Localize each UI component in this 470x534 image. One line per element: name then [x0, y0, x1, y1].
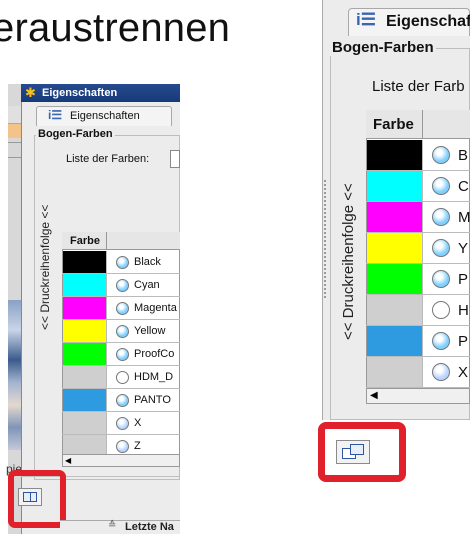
color-name: Magenta	[134, 302, 177, 314]
color-name: ProofCo	[134, 348, 175, 360]
color-swatch	[63, 274, 106, 296]
color-list-label-detached: Liste der Farb	[372, 78, 465, 95]
color-status-icon[interactable]	[432, 270, 450, 288]
color-name: M	[458, 209, 470, 226]
color-status-icon[interactable]	[116, 348, 129, 361]
header-separator	[106, 232, 107, 250]
color-name: H	[458, 302, 469, 319]
color-name: PANTO	[134, 394, 171, 406]
color-name: P	[458, 271, 469, 288]
color-swatch	[63, 366, 106, 388]
color-status-icon[interactable]	[432, 239, 450, 257]
color-swatch	[63, 343, 106, 365]
color-status-icon[interactable]	[432, 208, 450, 226]
color-status-icon[interactable]	[116, 371, 129, 384]
color-list-dropdown[interactable]	[170, 150, 180, 168]
scroll-left-icon[interactable]: ◀	[65, 456, 75, 465]
color-name: P	[458, 333, 469, 350]
properties-icon: ✱	[25, 85, 36, 100]
color-status-icon[interactable]	[116, 325, 129, 338]
highlight-box-left	[8, 470, 66, 528]
cell-separator	[106, 251, 107, 274]
color-swatch	[63, 412, 106, 434]
window-title: Eigenschaften	[42, 87, 118, 99]
cell-separator	[422, 202, 423, 232]
color-swatch	[367, 326, 422, 356]
color-list-label: Liste der Farben:	[66, 153, 150, 165]
scroll-left-icon[interactable]: ◀	[370, 390, 382, 402]
column-header-farbe: Farbe	[70, 235, 100, 247]
cell-separator	[106, 412, 107, 435]
tab-eigenschaften-label: Eigenschaften	[70, 110, 140, 122]
color-name: B	[458, 147, 469, 164]
group-label: Bogen-Farben	[36, 128, 115, 140]
color-swatch	[367, 202, 422, 232]
horizontal-scrollbar[interactable]	[62, 454, 180, 467]
color-status-icon[interactable]	[116, 394, 129, 407]
cell-separator	[106, 366, 107, 389]
highlight-box-right	[318, 422, 406, 482]
color-name: Yellow	[134, 325, 166, 337]
cell-separator	[106, 343, 107, 366]
list-info-icon: i☰	[48, 108, 63, 122]
color-status-icon[interactable]	[432, 146, 450, 164]
background-ruler-strip	[8, 142, 21, 158]
color-swatch	[367, 264, 422, 294]
color-swatch	[63, 297, 106, 319]
color-name: C	[458, 178, 469, 195]
color-name: Black	[134, 256, 161, 268]
color-status-icon[interactable]	[116, 417, 129, 430]
background-toolbar-strip	[8, 106, 21, 124]
cell-separator	[422, 264, 423, 294]
color-status-icon[interactable]	[432, 332, 450, 350]
cell-separator	[106, 389, 107, 412]
cell-separator	[422, 357, 423, 387]
color-swatch	[63, 251, 106, 273]
color-swatch	[367, 171, 422, 201]
cell-separator	[422, 295, 423, 325]
bottom-tab-label[interactable]: Letzte Na	[125, 521, 174, 533]
color-name: Y	[458, 240, 469, 257]
color-name: X	[134, 417, 142, 429]
color-status-icon[interactable]	[432, 363, 450, 381]
group-label-detached: Bogen-Farben	[330, 39, 436, 56]
cell-separator	[106, 297, 107, 320]
column-header-farbe-detached: Farbe	[373, 116, 414, 133]
background-orange-strip	[8, 124, 21, 138]
color-swatch	[63, 320, 106, 342]
sort-icon[interactable]: ≙	[108, 520, 116, 531]
color-status-icon[interactable]	[116, 279, 129, 292]
color-status-icon[interactable]	[116, 440, 129, 453]
cell-separator	[422, 140, 423, 170]
color-swatch	[63, 389, 106, 411]
print-order-label-detached: << Druckreihenfolge <<	[340, 183, 357, 340]
slide-title: eraustrennen	[0, 6, 231, 50]
cell-separator	[422, 233, 423, 263]
color-status-icon[interactable]	[432, 177, 450, 195]
background-image-strip	[8, 300, 21, 450]
cell-separator	[422, 326, 423, 356]
color-status-icon[interactable]	[116, 302, 129, 315]
resize-grip[interactable]	[324, 180, 326, 300]
list-info-icon: i☰	[356, 10, 376, 29]
cell-separator	[106, 320, 107, 343]
tab-label-detached: Eigenschaft	[386, 13, 470, 30]
print-order-label: << Druckreihenfolge <<	[38, 204, 52, 330]
color-status-icon[interactable]	[432, 301, 450, 319]
color-name: Cyan	[134, 279, 160, 291]
color-swatch	[367, 233, 422, 263]
color-swatch	[367, 295, 422, 325]
cell-separator	[422, 171, 423, 201]
header-separator-detached	[422, 110, 423, 139]
cell-separator	[106, 274, 107, 297]
color-name: Z	[134, 440, 141, 452]
color-swatch	[367, 357, 422, 387]
color-status-icon[interactable]	[116, 256, 129, 269]
color-name: HDM_D	[134, 371, 174, 383]
color-name: X	[458, 364, 469, 381]
color-swatch	[367, 140, 422, 170]
